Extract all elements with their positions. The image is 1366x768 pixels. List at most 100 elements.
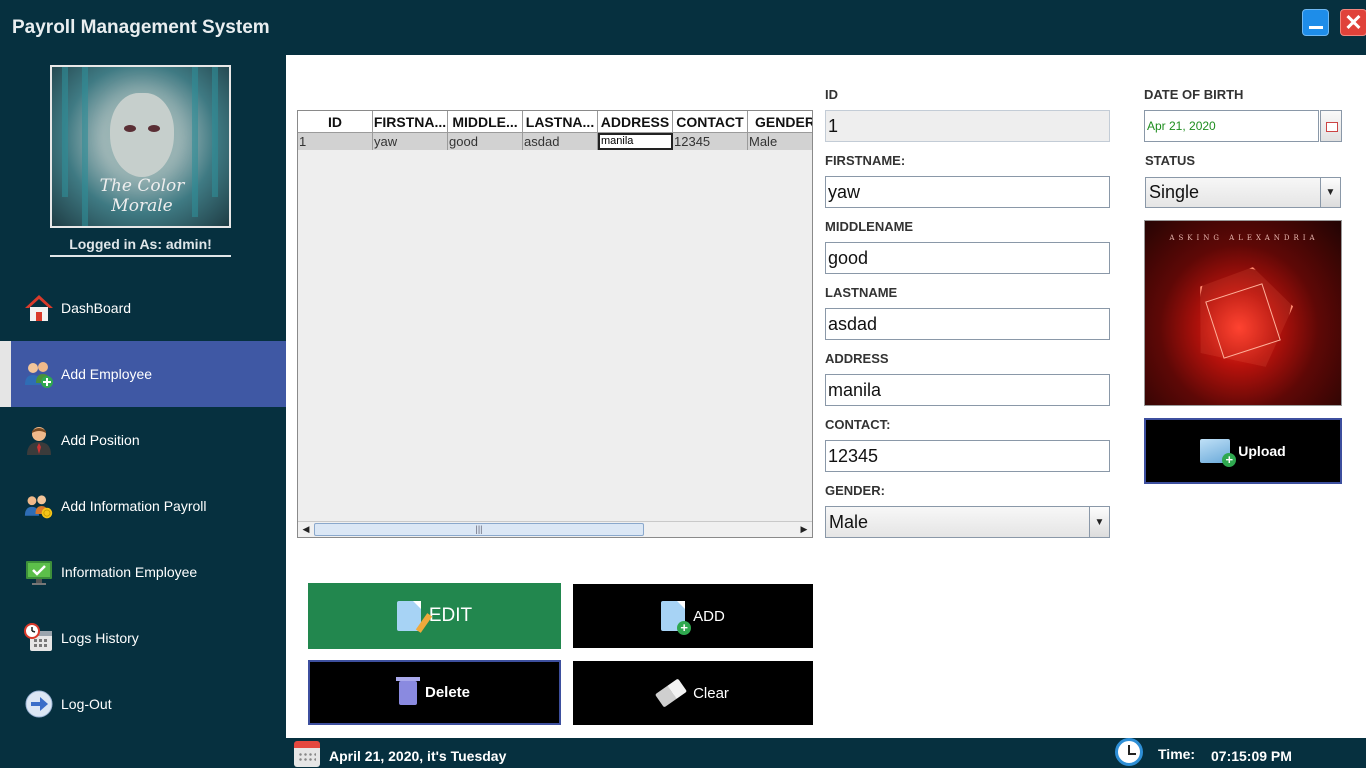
table-cell[interactable]: asdad: [523, 133, 598, 150]
sidebar-item-add-position[interactable]: Add Position: [0, 407, 286, 473]
close-button[interactable]: ✕: [1340, 9, 1366, 36]
add-button-label: ADD: [693, 607, 725, 625]
add-button[interactable]: + ADD: [573, 584, 813, 648]
scrollbar-thumb[interactable]: |||: [314, 523, 644, 536]
avatar: The Color Morale: [50, 65, 231, 228]
address-field[interactable]: manila: [825, 374, 1110, 406]
id-field: 1: [825, 110, 1110, 142]
column-header-contact[interactable]: CONTACT: [673, 111, 748, 133]
firstname-field[interactable]: yaw: [825, 176, 1110, 208]
gender-label: GENDER:: [825, 483, 885, 498]
sidebar-item-label: DashBoard: [61, 300, 132, 316]
status-label: STATUS: [1145, 153, 1196, 168]
edit-button-label: EDIT: [428, 605, 473, 626]
payroll-people-icon: [24, 495, 53, 519]
status-select-value: Single: [1149, 182, 1200, 202]
monitor-check-icon: [26, 561, 52, 585]
middlename-field[interactable]: good: [825, 242, 1110, 274]
sidebar-item-add-employee[interactable]: Add Employee: [0, 341, 286, 407]
column-header-firstname[interactable]: FIRSTNA...: [373, 111, 448, 133]
status-select[interactable]: Single ▼: [1145, 177, 1341, 208]
contact-field[interactable]: 12345: [825, 440, 1110, 472]
middlename-label: MIDDLENAME: [825, 219, 914, 234]
column-header-middlename[interactable]: MIDDLE...: [448, 111, 523, 133]
column-header-id[interactable]: ID: [298, 111, 373, 133]
clear-button[interactable]: Clear: [573, 661, 813, 725]
add-document-icon: +: [661, 601, 692, 635]
upload-button-label: Upload: [1238, 443, 1286, 459]
sidebar-item-label: Add Position: [61, 432, 140, 448]
table-cell[interactable]: good: [448, 133, 523, 150]
logged-in-underline: [50, 255, 231, 257]
employee-photo: ASKING ALEXANDRIA: [1144, 220, 1342, 406]
house-icon: [25, 295, 53, 321]
gender-select-value: Male: [829, 512, 869, 532]
horizontal-scrollbar[interactable]: ◀ ||| ▶: [298, 521, 812, 537]
sidebar-item-add-information-payroll[interactable]: Add Information Payroll: [0, 473, 286, 539]
avatar-face: [110, 93, 174, 177]
time-value: 07:15:09 PM: [1211, 748, 1292, 764]
sidebar-item-label: Add Information Payroll: [61, 498, 207, 514]
chevron-down-icon[interactable]: ▼: [1320, 178, 1340, 207]
avatar-drip: [212, 67, 218, 197]
gender-select[interactable]: Male ▼: [825, 506, 1110, 538]
footer-date: April 21, 2020, it's Tuesday: [329, 748, 507, 764]
dob-label: DATE OF BIRTH: [1144, 87, 1244, 102]
lastname-field[interactable]: asdad: [825, 308, 1110, 340]
edit-button[interactable]: EDIT: [308, 583, 561, 649]
scroll-right-arrow-icon[interactable]: ▶: [796, 522, 812, 537]
column-header-lastname[interactable]: LASTNA...: [523, 111, 598, 133]
calendar-clock-icon: [24, 623, 52, 651]
person-tie-icon: [27, 427, 51, 455]
table-row[interactable]: 1 yaw good asdad manila 12345 Male: [298, 133, 812, 150]
trash-icon: [395, 676, 420, 705]
scroll-left-arrow-icon[interactable]: ◀: [298, 522, 314, 537]
arrow-right-circle-icon: [25, 690, 53, 718]
table-header: ID FIRSTNA... MIDDLE... LASTNA... ADDRES…: [298, 111, 812, 133]
firstname-label: FIRSTNAME:: [825, 153, 906, 168]
sidebar-item-logs-history[interactable]: Logs History: [0, 605, 286, 671]
lastname-label: LASTNAME: [825, 285, 898, 300]
id-label: ID: [825, 87, 838, 102]
table-cell[interactable]: yaw: [373, 133, 448, 150]
column-header-address[interactable]: ADDRESS: [598, 111, 673, 133]
delete-button-label: Delete: [424, 684, 471, 701]
title-bar: Payroll Management System ✕: [0, 0, 1366, 55]
sidebar: The Color Morale Logged in As: admin! Da…: [0, 55, 286, 738]
clock-icon: [1115, 738, 1143, 766]
table-cell[interactable]: Male: [748, 133, 812, 150]
sidebar-item-log-out[interactable]: Log-Out: [0, 671, 286, 737]
sidebar-item-dashboard[interactable]: DashBoard: [0, 275, 286, 341]
delete-button[interactable]: Delete: [308, 660, 561, 725]
minimize-button[interactable]: [1302, 9, 1329, 36]
sidebar-item-label: Logs History: [61, 630, 139, 646]
contact-label: CONTACT:: [825, 417, 891, 432]
table-cell[interactable]: 1: [298, 133, 373, 150]
column-header-gender[interactable]: GENDER: [748, 111, 812, 133]
upload-button[interactable]: + Upload: [1144, 418, 1342, 484]
calendar-picker-button[interactable]: [1320, 110, 1342, 142]
image-upload-icon: +: [1200, 439, 1237, 467]
table-cell-selected[interactable]: manila: [598, 133, 673, 150]
main-panel: ID FIRSTNA... MIDDLE... LASTNA... ADDRES…: [286, 55, 1366, 738]
chevron-down-icon[interactable]: ▼: [1089, 507, 1109, 537]
eraser-icon: [655, 678, 688, 708]
calendar-icon: [294, 741, 320, 767]
logged-in-label: Logged in As: admin!: [69, 236, 212, 252]
edit-document-icon: [396, 601, 433, 633]
sidebar-item-label: Add Employee: [61, 366, 153, 382]
table-cell[interactable]: 12345: [673, 133, 748, 150]
plus-icon: +: [1222, 453, 1237, 467]
avatar-signature: The Color Morale: [99, 176, 185, 216]
sidebar-item-information-employee[interactable]: Information Employee: [0, 539, 286, 605]
avatar-drip: [62, 67, 68, 197]
add-employee-icon: [25, 362, 53, 388]
clear-button-label: Clear: [693, 684, 729, 702]
plus-icon: +: [677, 621, 692, 635]
sidebar-item-label: Log-Out: [61, 696, 112, 712]
time-label: Time:: [1158, 746, 1196, 762]
app-title: Payroll Management System: [12, 17, 270, 38]
employee-table[interactable]: ID FIRSTNA... MIDDLE... LASTNA... ADDRES…: [297, 110, 813, 538]
dob-field[interactable]: Apr 21, 2020: [1144, 110, 1319, 142]
address-label: ADDRESS: [825, 351, 889, 366]
